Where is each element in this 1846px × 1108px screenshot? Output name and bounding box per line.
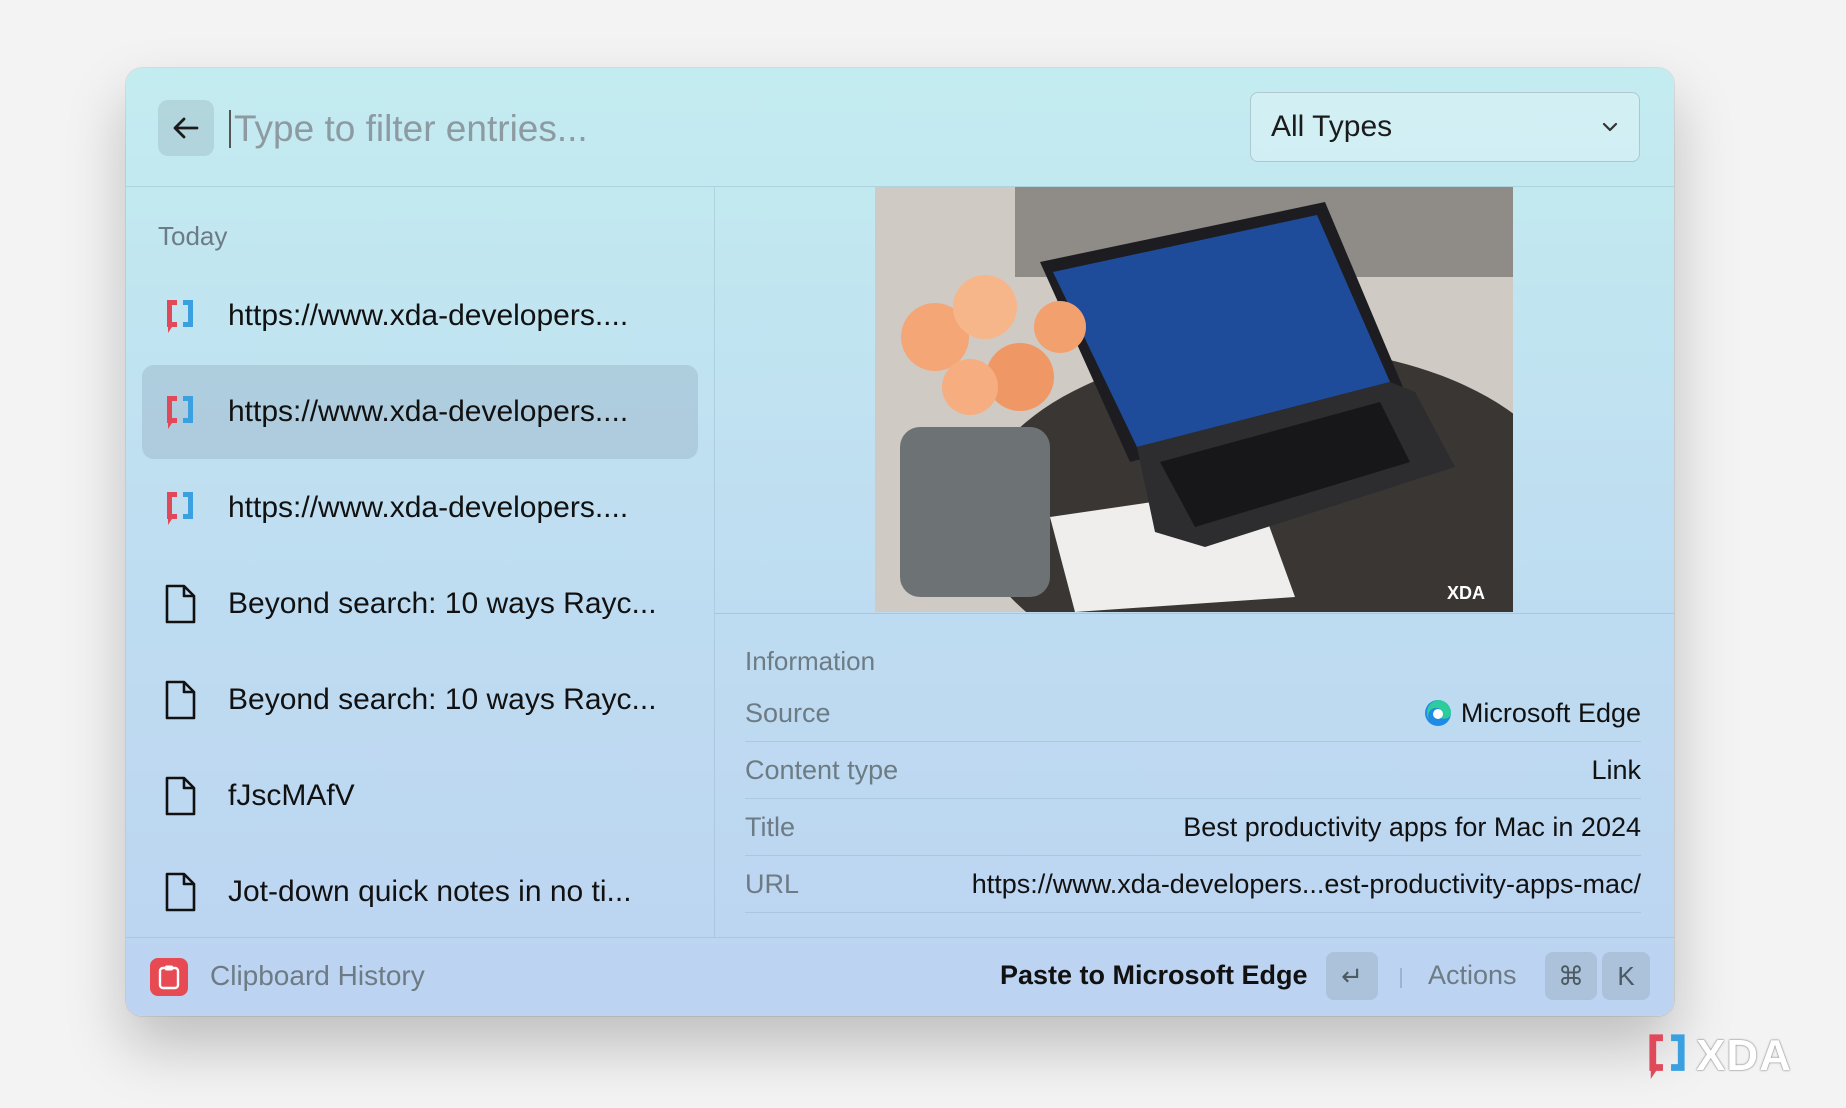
search-input[interactable] [226, 96, 1266, 162]
app-name: Clipboard History [210, 960, 425, 991]
list-item[interactable]: https://www.xda-developers.... [142, 269, 698, 363]
list-item-label: https://www.xda-developers.... [228, 395, 629, 428]
info-key: Title [745, 811, 796, 842]
document-icon [160, 582, 200, 626]
list-item[interactable]: Beyond search: 10 ways Rayc... [142, 653, 698, 747]
document-icon [160, 678, 200, 722]
list-item[interactable]: https://www.xda-developers.... [142, 461, 698, 555]
xda-link-icon [160, 294, 200, 338]
list-item-label: Jot-down quick notes in no ti... [228, 875, 632, 908]
document-icon [160, 774, 200, 818]
paste-button[interactable]: Paste to Microsoft Edge [1000, 960, 1308, 991]
list-item-selected[interactable]: https://www.xda-developers.... [142, 365, 698, 459]
source-value: Microsoft Edge [1460, 697, 1641, 728]
watermark-text: XDA [1696, 1031, 1792, 1080]
enter-key-badge: ↵ [1326, 952, 1378, 1000]
back-button[interactable] [158, 100, 214, 156]
arrow-left-icon [173, 117, 199, 139]
cmd-key-badge: ⌘ [1545, 952, 1597, 1000]
info-value: Microsoft Edge [1423, 698, 1641, 729]
preview-image: XDA [875, 187, 1513, 612]
divider [715, 613, 1674, 614]
preview-watermark: XDA [1447, 583, 1485, 603]
action-bar: Clipboard History Paste to Microsoft Edg… [126, 937, 1674, 1016]
list-item[interactable]: fJscMAfV [142, 749, 698, 843]
info-row-url: URL https://www.xda-developers...est-pro… [745, 856, 1641, 913]
info-key: URL [745, 868, 800, 899]
info-key: Source [745, 697, 831, 728]
entries-list: Today https://www.xda-developers.... htt… [126, 187, 715, 937]
section-label-today: Today [158, 221, 228, 251]
list-item[interactable]: Jot-down quick notes in no ti... [142, 845, 698, 939]
edge-icon [1424, 700, 1451, 726]
list-item-label: https://www.xda-developers.... [228, 491, 629, 524]
list-item-label: fJscMAfV [228, 779, 355, 812]
type-filter-dropdown[interactable]: All Types [1250, 92, 1640, 162]
actions-button[interactable]: Actions [1428, 960, 1517, 991]
list-item-label: Beyond search: 10 ways Rayc... [228, 587, 657, 620]
list-item-label: https://www.xda-developers.... [228, 299, 629, 332]
info-key: Content type [745, 754, 899, 785]
xda-watermark: XDA [1644, 1027, 1792, 1085]
info-value: Best productivity apps for Mac in 2024 [1183, 811, 1641, 842]
list-item-label: Beyond search: 10 ways Rayc... [228, 683, 657, 716]
divider [1400, 968, 1402, 988]
type-filter-value: All Types [1271, 110, 1393, 143]
info-row-content-type: Content type Link [745, 742, 1641, 799]
clipboard-icon [150, 958, 188, 996]
info-row-source: Source Microsoft Edge [745, 685, 1641, 742]
info-row-title: Title Best productivity apps for Mac in … [745, 799, 1641, 856]
info-value: Link [1591, 754, 1641, 785]
document-icon [160, 870, 200, 914]
chevron-down-icon [1602, 122, 1618, 132]
xda-link-icon [160, 486, 200, 530]
info-value[interactable]: https://www.xda-developers...est-product… [972, 869, 1641, 900]
list-item[interactable]: Beyond search: 10 ways Rayc... [142, 557, 698, 651]
search-bar: All Types [126, 68, 1674, 187]
info-title: Information [745, 646, 876, 676]
clipboard-history-window: All Types Today https://www.xda-develope… [126, 68, 1674, 1016]
xda-logo-icon [1649, 1034, 1685, 1079]
detail-pane: XDA Information Source Microsoft Edge Co… [715, 187, 1674, 937]
xda-link-icon [160, 390, 200, 434]
laptop-photo: XDA [875, 187, 1513, 612]
k-key-badge: K [1602, 952, 1650, 1000]
